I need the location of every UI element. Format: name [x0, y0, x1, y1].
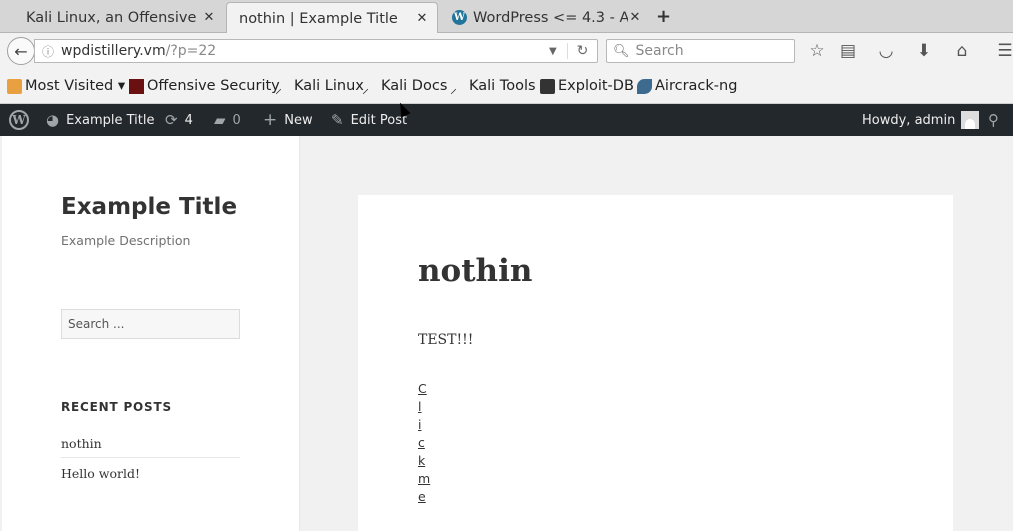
click-me-link[interactable]: C l i c k m e	[418, 381, 430, 507]
tab-title: nothin | Example Title	[239, 10, 398, 27]
url-dropdown-icon[interactable]: ▼	[549, 46, 567, 57]
sidebar: Example Title Example Description Search…	[2, 136, 300, 531]
wordpress-logo-icon: W	[9, 110, 29, 130]
my-account-link[interactable]: Howdy, admin	[862, 104, 980, 136]
wordpress-favicon-icon: W	[452, 10, 467, 25]
bookmark-kali-linux[interactable]: ⸝ Kali Linux	[275, 78, 364, 97]
sidebar-search-input[interactable]: Search ...	[61, 309, 240, 339]
bookmark-label: Exploit-DB	[558, 78, 634, 94]
tab-title: Kali Linux, an Offensive S...	[26, 9, 202, 26]
comment-icon: ▰	[214, 111, 226, 129]
url-path: /?p=22	[165, 43, 217, 59]
updates-link[interactable]: ⟳ 4	[165, 104, 193, 136]
link-letter[interactable]: c	[418, 435, 430, 453]
close-tab-icon[interactable]: ✕	[202, 10, 216, 25]
kali-icon: ⸝	[362, 80, 369, 97]
tab-wordpress[interactable]: W WordPress <= 4.3 - A... ✕	[440, 2, 650, 33]
site-title[interactable]: Example Title	[61, 194, 237, 220]
wp-admin-bar: W ◕ Example Title ⟳ 4 ▰ 0 + New ✎ Edit P…	[0, 104, 1013, 136]
folder-icon	[7, 78, 22, 94]
tab-bar: Kali Linux, an Offensive S... ✕ nothin |…	[0, 0, 1013, 34]
bookmark-label: Kali Tools	[469, 78, 536, 94]
recent-post-link[interactable]: nothin	[61, 436, 102, 451]
link-letter[interactable]: m	[418, 471, 430, 489]
divider	[61, 457, 240, 458]
updates-icon: ⟳	[165, 111, 178, 129]
tab-title: WordPress <= 4.3 - A...	[473, 9, 628, 26]
new-label: New	[284, 112, 313, 128]
nav-bar: ← ⓘ wpdistillery.vm/?p=22 ▼ ↻ 🔍︎ Search …	[0, 33, 1013, 69]
recent-post-link[interactable]: Hello world!	[61, 466, 140, 481]
bookmarks-toolbar: Most Visited ▾ Offensive Security ⸝ Kali…	[0, 69, 1013, 104]
search-icon: ⚲	[988, 111, 999, 129]
link-letter[interactable]: C	[418, 381, 430, 399]
new-tab-button[interactable]: +	[656, 6, 671, 27]
bookmark-label: Aircrack-ng	[655, 78, 738, 94]
link-letter[interactable]: l	[418, 399, 430, 417]
plus-icon: +	[263, 110, 278, 130]
edit-post-link[interactable]: ✎ Edit Post	[331, 104, 407, 136]
url-bar[interactable]: ⓘ wpdistillery.vm/?p=22 ▼ ↻	[34, 39, 598, 63]
bookmark-label: Most Visited ▾	[25, 78, 126, 94]
exploitdb-icon	[540, 78, 555, 94]
site-name: Example Title	[66, 112, 155, 128]
menu-icon[interactable]: ☰	[994, 41, 1013, 61]
pocket-icon[interactable]: ◡	[875, 41, 897, 61]
search-icon: 🔍︎	[613, 43, 630, 59]
offsec-icon	[129, 78, 144, 94]
post-title: nothin	[418, 253, 533, 289]
url-text[interactable]: wpdistillery.vm/?p=22	[61, 43, 549, 59]
reload-icon[interactable]: ↻	[567, 43, 597, 59]
comments-count: 0	[232, 112, 241, 128]
link-letter[interactable]: k	[418, 453, 430, 471]
info-icon[interactable]: ⓘ	[35, 43, 61, 60]
bookmark-aircrack-ng[interactable]: Aircrack-ng	[637, 78, 737, 94]
home-icon[interactable]: ⌂	[951, 41, 973, 61]
dashboard-icon: ◕	[46, 111, 60, 129]
wp-logo-button[interactable]: W	[9, 104, 29, 136]
recent-posts-heading: RECENT POSTS	[61, 400, 172, 414]
site-description: Example Description	[61, 233, 191, 248]
pencil-icon: ✎	[331, 111, 344, 129]
download-icon[interactable]: ⬇	[913, 41, 935, 61]
aircrack-icon	[637, 78, 652, 94]
url-host: wpdistillery.vm	[61, 43, 166, 59]
star-icon[interactable]: ☆	[806, 41, 828, 61]
post-text: TEST!!!	[418, 332, 474, 348]
admin-search-button[interactable]: ⚲	[988, 104, 999, 136]
close-tab-icon[interactable]: ✕	[628, 10, 642, 25]
bookmark-kali-tools[interactable]: ⸝ Kali Tools	[450, 78, 536, 97]
reading-list-icon[interactable]: ▤	[837, 41, 859, 61]
search-input[interactable]: 🔍︎ Search	[606, 39, 795, 63]
bookmark-label: Kali Docs	[381, 78, 448, 94]
howdy-label: Howdy, admin	[862, 112, 956, 128]
bookmark-exploit-db[interactable]: Exploit-DB	[540, 78, 634, 94]
comments-link[interactable]: ▰ 0	[214, 104, 241, 136]
bookmark-most-visited[interactable]: Most Visited ▾	[7, 78, 125, 94]
updates-count: 4	[184, 112, 193, 128]
link-letter[interactable]: i	[418, 417, 430, 435]
bookmark-label: Offensive Security	[147, 78, 280, 94]
link-letter[interactable]: e	[418, 489, 430, 507]
new-content-link[interactable]: + New	[263, 104, 313, 136]
avatar	[961, 111, 980, 129]
bookmark-offensive-security[interactable]: Offensive Security	[129, 78, 280, 94]
back-button[interactable]: ←	[7, 37, 35, 65]
bookmark-kali-docs[interactable]: ⸝ Kali Docs	[362, 78, 448, 97]
search-placeholder: Search	[635, 43, 684, 59]
tab-nothin[interactable]: nothin | Example Title ✕	[226, 2, 438, 34]
post-article: nothin TEST!!! C l i c k m e	[358, 195, 953, 531]
close-tab-icon[interactable]: ✕	[415, 11, 429, 26]
bookmark-label: Kali Linux	[294, 78, 364, 94]
edit-post-label: Edit Post	[350, 112, 408, 128]
site-name-link[interactable]: ◕ Example Title	[46, 104, 155, 136]
kali-icon: ⸝	[275, 80, 282, 97]
tab-kali-linux[interactable]: Kali Linux, an Offensive S... ✕	[14, 2, 224, 33]
kali-icon: ⸝	[450, 80, 457, 97]
